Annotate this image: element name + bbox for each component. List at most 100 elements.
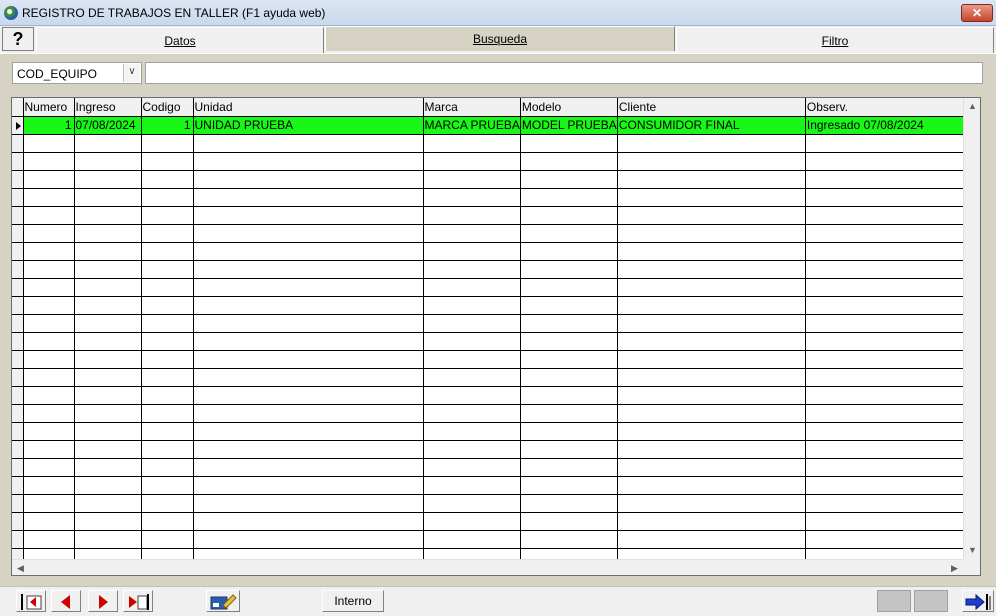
- empty-cell[interactable]: [74, 530, 142, 549]
- empty-cell[interactable]: [193, 350, 424, 369]
- empty-cell[interactable]: [74, 278, 142, 297]
- empty-cell[interactable]: [74, 458, 142, 477]
- empty-cell[interactable]: [805, 386, 977, 405]
- empty-row[interactable]: [12, 350, 977, 369]
- empty-cell[interactable]: [617, 476, 806, 495]
- empty-cell[interactable]: [193, 476, 424, 495]
- scroll-down-icon[interactable]: ▼: [964, 542, 980, 559]
- empty-cell[interactable]: [74, 476, 142, 495]
- empty-cell[interactable]: [23, 224, 75, 243]
- empty-row[interactable]: [12, 242, 977, 261]
- col-header-cliente[interactable]: Cliente: [617, 98, 806, 117]
- empty-cell[interactable]: [141, 314, 194, 333]
- empty-cell[interactable]: [617, 494, 806, 513]
- empty-cell[interactable]: [520, 224, 618, 243]
- empty-cell[interactable]: [23, 242, 75, 261]
- empty-cell[interactable]: [423, 188, 521, 207]
- empty-cell[interactable]: [520, 296, 618, 315]
- horizontal-scrollbar[interactable]: ◀ ▶: [12, 559, 963, 575]
- next-record-button[interactable]: [88, 590, 118, 612]
- empty-cell[interactable]: [141, 260, 194, 279]
- empty-row[interactable]: [12, 134, 977, 153]
- empty-cell[interactable]: [520, 386, 618, 405]
- empty-row[interactable]: [12, 422, 977, 441]
- empty-cell[interactable]: [74, 296, 142, 315]
- scroll-up-icon[interactable]: ▲: [964, 98, 980, 115]
- col-header-numero[interactable]: Numero: [23, 98, 75, 117]
- empty-row[interactable]: [12, 386, 977, 405]
- empty-cell[interactable]: [617, 368, 806, 387]
- empty-cell[interactable]: [617, 314, 806, 333]
- empty-row[interactable]: [12, 440, 977, 459]
- empty-cell[interactable]: [423, 314, 521, 333]
- empty-cell[interactable]: [74, 260, 142, 279]
- empty-cell[interactable]: [520, 134, 618, 153]
- empty-cell[interactable]: [193, 278, 424, 297]
- empty-cell[interactable]: [74, 404, 142, 423]
- empty-cell[interactable]: [617, 440, 806, 459]
- search-input[interactable]: [145, 62, 983, 84]
- empty-cell[interactable]: [74, 188, 142, 207]
- close-button[interactable]: ✕: [961, 4, 993, 22]
- empty-cell[interactable]: [74, 332, 142, 351]
- empty-cell[interactable]: [23, 368, 75, 387]
- empty-cell[interactable]: [74, 134, 142, 153]
- empty-cell[interactable]: [520, 188, 618, 207]
- empty-cell[interactable]: [423, 440, 521, 459]
- empty-cell[interactable]: [23, 278, 75, 297]
- empty-row[interactable]: [12, 332, 977, 351]
- empty-cell[interactable]: [805, 224, 977, 243]
- empty-cell[interactable]: [423, 404, 521, 423]
- empty-cell[interactable]: [193, 458, 424, 477]
- empty-cell[interactable]: [805, 404, 977, 423]
- empty-cell[interactable]: [423, 224, 521, 243]
- prev-record-button[interactable]: [51, 590, 81, 612]
- vertical-scrollbar[interactable]: ▲ ▼: [963, 98, 980, 559]
- empty-cell[interactable]: [423, 260, 521, 279]
- empty-cell[interactable]: [520, 170, 618, 189]
- empty-cell[interactable]: [805, 314, 977, 333]
- empty-cell[interactable]: [617, 296, 806, 315]
- empty-cell[interactable]: [520, 278, 618, 297]
- empty-cell[interactable]: [520, 332, 618, 351]
- empty-cell[interactable]: [141, 152, 194, 171]
- empty-cell[interactable]: [193, 512, 424, 531]
- empty-cell[interactable]: [141, 404, 194, 423]
- empty-cell[interactable]: [617, 530, 806, 549]
- empty-cell[interactable]: [74, 368, 142, 387]
- empty-cell[interactable]: [805, 170, 977, 189]
- cell-observ[interactable]: Ingresado 07/08/2024: [805, 116, 977, 135]
- empty-cell[interactable]: [520, 458, 618, 477]
- empty-cell[interactable]: [423, 530, 521, 549]
- tab-busqueda[interactable]: Busqueda: [325, 26, 675, 51]
- empty-cell[interactable]: [423, 350, 521, 369]
- col-header-modelo[interactable]: Modelo: [520, 98, 618, 117]
- empty-cell[interactable]: [520, 440, 618, 459]
- empty-row[interactable]: [12, 458, 977, 477]
- empty-cell[interactable]: [805, 458, 977, 477]
- empty-cell[interactable]: [23, 458, 75, 477]
- col-header-unidad[interactable]: Unidad: [193, 98, 424, 117]
- empty-cell[interactable]: [617, 170, 806, 189]
- empty-cell[interactable]: [23, 188, 75, 207]
- empty-cell[interactable]: [141, 206, 194, 225]
- empty-cell[interactable]: [520, 206, 618, 225]
- cell-unidad[interactable]: UNIDAD PRUEBA: [193, 116, 424, 135]
- empty-cell[interactable]: [193, 368, 424, 387]
- empty-cell[interactable]: [617, 332, 806, 351]
- empty-cell[interactable]: [141, 242, 194, 261]
- tab-datos[interactable]: Datos: [36, 27, 324, 53]
- empty-cell[interactable]: [193, 494, 424, 513]
- empty-cell[interactable]: [141, 296, 194, 315]
- scroll-right-icon[interactable]: ▶: [946, 560, 963, 575]
- empty-cell[interactable]: [617, 404, 806, 423]
- col-header-ingreso[interactable]: Ingreso: [74, 98, 142, 117]
- empty-cell[interactable]: [805, 332, 977, 351]
- empty-cell[interactable]: [74, 422, 142, 441]
- empty-cell[interactable]: [617, 152, 806, 171]
- empty-cell[interactable]: [423, 422, 521, 441]
- empty-cell[interactable]: [193, 404, 424, 423]
- empty-cell[interactable]: [23, 152, 75, 171]
- empty-cell[interactable]: [617, 188, 806, 207]
- empty-cell[interactable]: [805, 476, 977, 495]
